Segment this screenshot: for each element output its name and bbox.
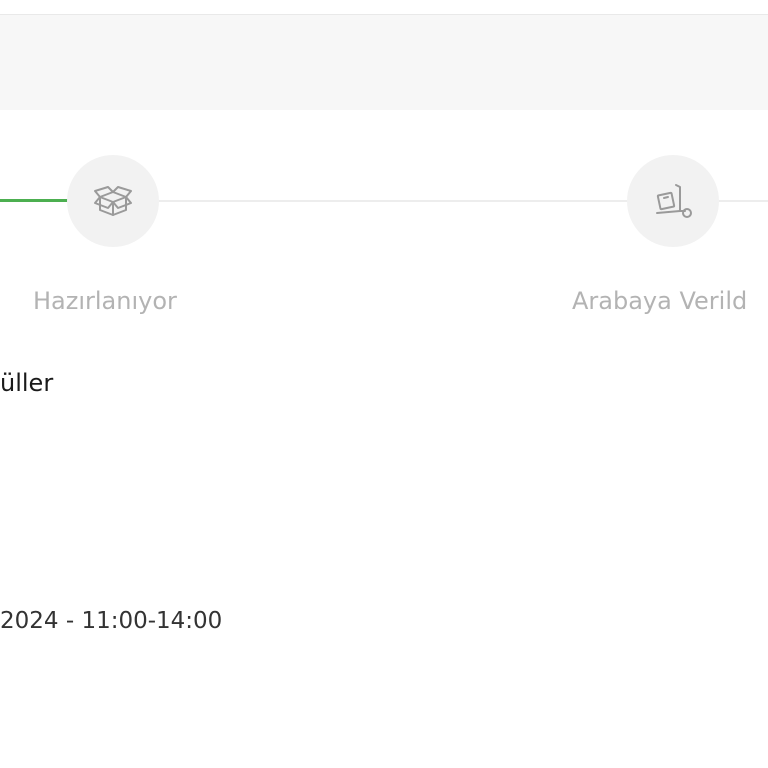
progress-line-completed [0,199,68,202]
header-band [0,15,768,110]
products-heading: üller [0,369,54,397]
step-label-preparing: Hazırlanıyor [33,287,177,315]
hand-truck-icon [649,177,697,225]
step-label-on-vehicle: Arabaya Verild [572,287,748,315]
step-on-vehicle [627,155,719,247]
delivery-time-slot: 2024 - 11:00-14:00 [0,608,223,634]
step-preparing [67,155,159,247]
open-box-icon [89,177,137,225]
